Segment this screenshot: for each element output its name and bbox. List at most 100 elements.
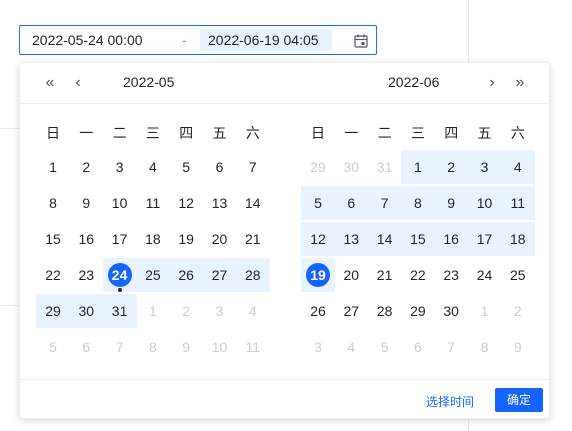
day-cell[interactable]: 23 xyxy=(434,258,468,292)
day-cell[interactable]: 6 xyxy=(203,150,237,184)
day-cell[interactable]: 11 xyxy=(136,186,170,220)
day-cell[interactable]: 6 xyxy=(401,330,435,364)
day-cell[interactable]: 30 xyxy=(434,294,468,328)
day-cell[interactable]: 11 xyxy=(236,330,270,364)
day-cell[interactable]: 9 xyxy=(501,330,535,364)
day-cell[interactable]: 2 xyxy=(169,294,203,328)
day-cell[interactable]: 9 xyxy=(434,186,469,220)
select-time-link[interactable]: 选择时间 xyxy=(426,393,474,410)
day-cell[interactable]: 7 xyxy=(236,150,270,184)
day-cell[interactable]: 5 xyxy=(301,186,335,220)
day-cell[interactable]: 8 xyxy=(468,330,502,364)
confirm-button[interactable]: 确定 xyxy=(495,388,543,412)
day-cell[interactable]: 29 xyxy=(401,294,435,328)
day-cell[interactable]: 8 xyxy=(400,186,435,220)
date-range-picker-panel: « ‹ 2022-05 2022-06 › » 日一二三四五六123456789… xyxy=(19,62,550,419)
day-cell[interactable]: 5 xyxy=(169,150,203,184)
selected-day-cell[interactable]: 19 xyxy=(301,258,335,292)
day-cell[interactable]: 28 xyxy=(235,258,270,292)
day-cell[interactable]: 29 xyxy=(301,150,335,184)
day-cell[interactable]: 30 xyxy=(69,294,104,328)
range-end-value[interactable]: 2022-06-19 04:05 xyxy=(200,29,332,51)
right-month-title[interactable]: 2022-06 xyxy=(388,74,439,90)
weekday-label: 四 xyxy=(444,125,459,141)
day-cell[interactable]: 27 xyxy=(334,294,368,328)
day-cell[interactable]: 25 xyxy=(501,258,535,292)
date-range-input[interactable]: 2022-05-24 00:00 - 2022-06-19 04:05 xyxy=(19,25,377,55)
day-cell[interactable]: 3 xyxy=(301,330,335,364)
day-cell[interactable]: 26 xyxy=(169,258,204,292)
range-start-value[interactable]: 2022-05-24 00:00 xyxy=(32,32,143,48)
next-year-button[interactable]: » xyxy=(510,73,530,93)
day-cell[interactable]: 3 xyxy=(203,294,237,328)
prev-year-button[interactable]: « xyxy=(40,73,60,93)
day-cell[interactable]: 1 xyxy=(468,294,502,328)
day-cell[interactable]: 7 xyxy=(434,330,468,364)
day-cell[interactable]: 2 xyxy=(69,150,103,184)
day-cell[interactable]: 10 xyxy=(203,330,237,364)
day-cell[interactable]: 30 xyxy=(334,150,368,184)
day-cell[interactable]: 3 xyxy=(467,150,502,184)
next-month-button[interactable]: › xyxy=(482,73,502,93)
weekday-label: 日 xyxy=(311,125,325,141)
day-cell[interactable]: 9 xyxy=(69,186,103,220)
day-cell[interactable]: 12 xyxy=(169,186,203,220)
day-cell[interactable]: 20 xyxy=(334,258,368,292)
day-cell[interactable]: 16 xyxy=(434,222,469,256)
day-cell[interactable]: 27 xyxy=(202,258,237,292)
day-cell[interactable]: 14 xyxy=(236,186,270,220)
day-cell[interactable]: 19 xyxy=(169,222,203,256)
day-cell[interactable]: 13 xyxy=(334,222,369,256)
day-cell[interactable]: 18 xyxy=(500,222,535,256)
day-cell[interactable]: 14 xyxy=(367,222,402,256)
day-cell[interactable]: 25 xyxy=(135,258,170,292)
day-cell[interactable]: 4 xyxy=(334,330,368,364)
day-cell[interactable]: 7 xyxy=(103,330,137,364)
day-cell[interactable]: 22 xyxy=(401,258,435,292)
weekday-label: 六 xyxy=(245,125,260,141)
day-cell[interactable]: 16 xyxy=(69,222,103,256)
day-cell[interactable]: 18 xyxy=(136,222,170,256)
day-cell[interactable]: 9 xyxy=(169,330,203,364)
day-cell[interactable]: 1 xyxy=(136,294,170,328)
day-cell[interactable]: 4 xyxy=(500,150,535,184)
day-cell[interactable]: 17 xyxy=(467,222,502,256)
day-cell[interactable]: 4 xyxy=(236,294,270,328)
day-cell[interactable]: 12 xyxy=(301,222,335,256)
day-cell[interactable]: 5 xyxy=(36,330,70,364)
day-cell[interactable]: 26 xyxy=(301,294,335,328)
day-cell[interactable]: 3 xyxy=(103,150,137,184)
left-month-title[interactable]: 2022-05 xyxy=(123,74,174,90)
day-cell[interactable]: 21 xyxy=(368,258,402,292)
day-cell[interactable]: 23 xyxy=(69,258,103,292)
day-cell[interactable]: 15 xyxy=(400,222,435,256)
day-cell[interactable]: 7 xyxy=(367,186,402,220)
day-cell[interactable]: 1 xyxy=(400,150,435,184)
day-cell[interactable]: 17 xyxy=(103,222,137,256)
day-cell[interactable]: 22 xyxy=(36,258,70,292)
day-cell[interactable]: 2 xyxy=(434,150,469,184)
day-cell[interactable]: 6 xyxy=(69,330,103,364)
selected-day-cell[interactable]: 24 xyxy=(102,258,137,292)
day-cell[interactable]: 31 xyxy=(102,294,137,328)
day-cell[interactable]: 2 xyxy=(501,294,535,328)
day-cell[interactable]: 10 xyxy=(103,186,137,220)
day-cell[interactable]: 20 xyxy=(203,222,237,256)
day-cell[interactable]: 29 xyxy=(36,294,70,328)
day-cell[interactable]: 4 xyxy=(136,150,170,184)
day-cell[interactable]: 5 xyxy=(368,330,402,364)
day-cell[interactable]: 8 xyxy=(136,330,170,364)
day-cell[interactable]: 1 xyxy=(36,150,70,184)
calendar-icon[interactable] xyxy=(354,34,368,48)
day-cell[interactable]: 6 xyxy=(334,186,369,220)
day-cell[interactable]: 8 xyxy=(36,186,70,220)
day-cell[interactable]: 31 xyxy=(368,150,402,184)
day-cell[interactable]: 15 xyxy=(36,222,70,256)
day-cell[interactable]: 13 xyxy=(203,186,237,220)
prev-month-button[interactable]: ‹ xyxy=(68,73,88,93)
day-cell[interactable]: 28 xyxy=(368,294,402,328)
day-cell[interactable]: 24 xyxy=(468,258,502,292)
day-cell[interactable]: 11 xyxy=(500,186,535,220)
day-cell[interactable]: 21 xyxy=(236,222,270,256)
day-cell[interactable]: 10 xyxy=(467,186,502,220)
